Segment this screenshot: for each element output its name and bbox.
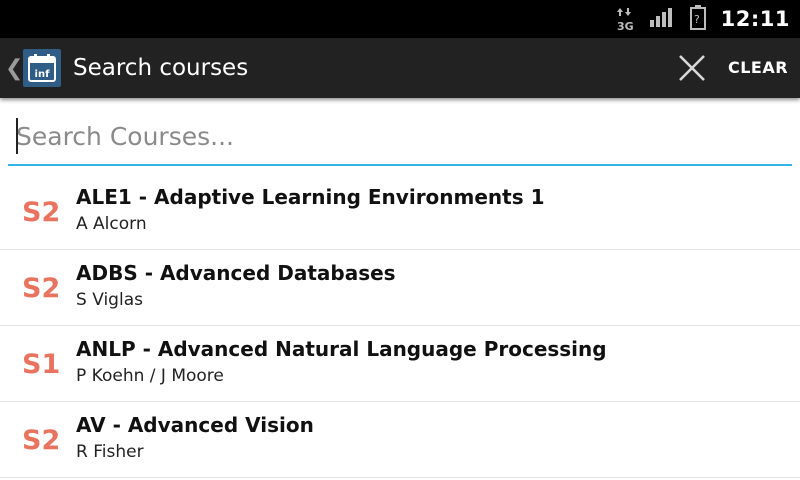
search-field: [8, 110, 792, 166]
status-clock: 12:11: [720, 7, 790, 31]
app-icon-label: inf: [35, 69, 51, 80]
course-row[interactable]: S2 AV - Advanced Vision R Fisher: [0, 402, 800, 478]
data-arrows-icon: 3G: [615, 6, 635, 32]
semester-label: S2: [22, 273, 61, 304]
course-title: ANLP - Advanced Natural Language Process…: [76, 337, 607, 361]
search-input[interactable]: [8, 110, 792, 162]
course-row[interactable]: S2 ADBS - Advanced Databases S Viglas: [0, 250, 800, 326]
network-type-label: 3G: [617, 20, 634, 32]
course-title: AV - Advanced Vision: [76, 413, 314, 437]
page-title: Search courses: [73, 55, 249, 81]
text-cursor: [16, 118, 18, 154]
app-icon: inf: [23, 49, 61, 87]
semester-label: S2: [22, 197, 61, 228]
status-icons: 3G ? 12:11: [615, 0, 790, 38]
close-button[interactable]: [672, 48, 712, 88]
chevron-left-icon: ❮: [5, 55, 24, 81]
course-title: ALE1 - Adaptive Learning Environments 1: [76, 185, 545, 209]
signal-bars-icon: [649, 6, 675, 32]
clear-button[interactable]: CLEAR: [722, 38, 794, 98]
course-lecturer: P Koehn / J Moore: [76, 366, 224, 386]
course-list: S2 ALE1 - Adaptive Learning Environments…: [0, 174, 800, 478]
semester-label: S2: [22, 425, 61, 456]
close-icon: [679, 55, 705, 81]
course-lecturer: R Fisher: [76, 442, 144, 462]
status-bar: 3G ? 12:11: [0, 0, 800, 38]
course-lecturer: S Viglas: [76, 290, 143, 310]
course-row[interactable]: S1 ANLP - Advanced Natural Language Proc…: [0, 326, 800, 402]
course-row[interactable]: S2 ALE1 - Adaptive Learning Environments…: [0, 174, 800, 250]
up-button[interactable]: ❮ inf: [0, 38, 68, 98]
course-title: ADBS - Advanced Databases: [76, 261, 396, 285]
action-bar: ❮ inf Search courses CLEAR: [0, 38, 800, 98]
semester-label: S1: [22, 349, 61, 380]
battery-unknown-icon: ?: [689, 4, 707, 34]
svg-text:?: ?: [694, 13, 700, 26]
course-lecturer: A Alcorn: [76, 214, 147, 234]
